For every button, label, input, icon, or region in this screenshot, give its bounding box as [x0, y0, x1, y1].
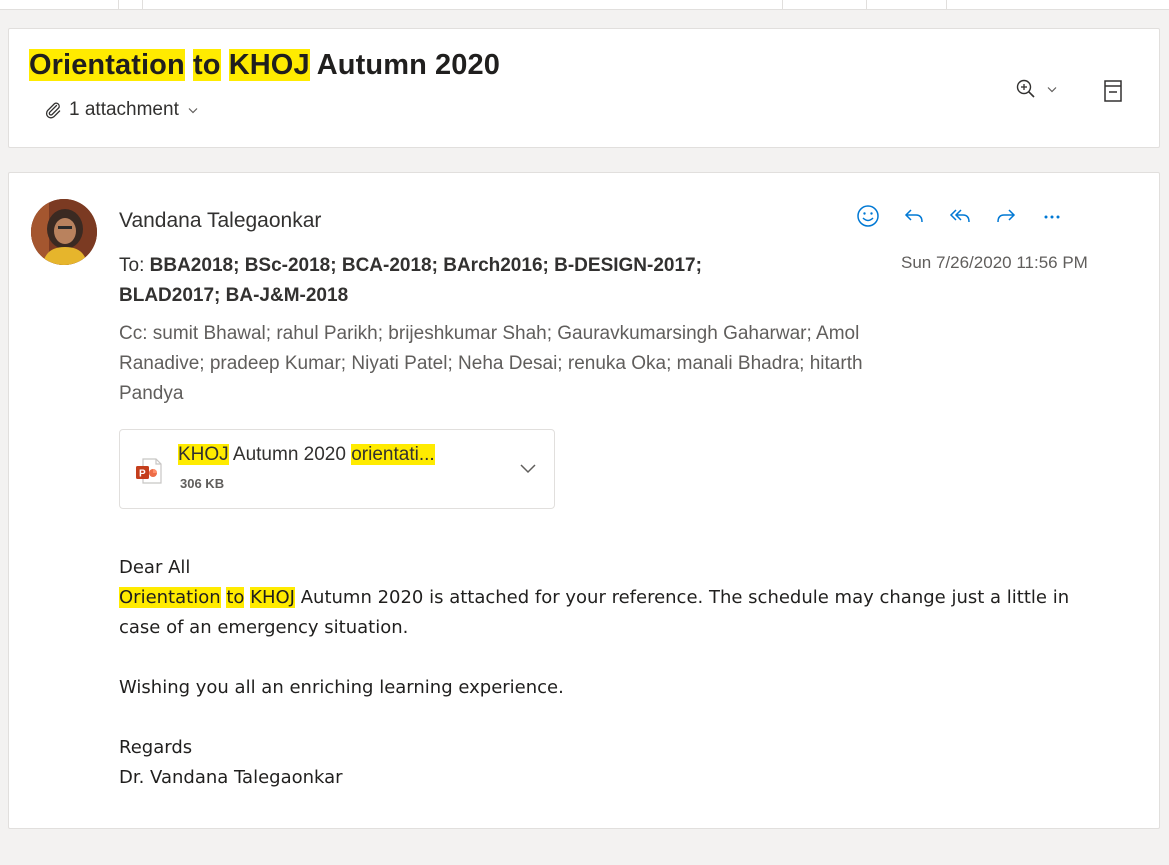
message-actions: [845, 201, 1075, 231]
recipient[interactable]: BArch2016;: [443, 255, 549, 276]
reply-all-button[interactable]: [937, 201, 983, 231]
subject-part: Orientation: [29, 49, 185, 81]
toolbar-divider: [866, 0, 867, 9]
cc-recipient[interactable]: manali Bhadra;: [677, 353, 805, 374]
cc-recipient[interactable]: sumit Bhawal;: [153, 323, 271, 344]
recipient[interactable]: B-DESIGN-2017;: [554, 255, 702, 276]
zoom-button[interactable]: [1014, 77, 1058, 101]
svg-text:P: P: [139, 469, 146, 480]
recipient[interactable]: BLAD2017;: [119, 285, 220, 306]
reply-button[interactable]: [891, 201, 937, 231]
subject-header: Orientation to KHOJ Autumn 2020 1 attach…: [8, 28, 1160, 148]
body-paragraph: Orientation to KHOJ Autumn 2020 is attac…: [119, 583, 1079, 643]
attachment-count-label: 1 attachment: [69, 99, 179, 120]
recipient[interactable]: BA-J&M-2018: [226, 285, 348, 306]
cc-recipient[interactable]: rahul Parikh;: [276, 323, 383, 344]
toolbar-bar: [0, 0, 1169, 10]
attachment-name-part: KHOJ: [178, 444, 229, 465]
attachment-name-part: Autumn 2020: [228, 444, 352, 465]
forward-button[interactable]: [983, 201, 1029, 231]
chevron-down-icon[interactable]: [518, 460, 538, 476]
message-body: Dear All Orientation to KHOJ Autumn 2020…: [119, 553, 1079, 793]
to-recipients: To: BBA2018; BSc-2018; BCA-2018; BArch20…: [119, 251, 779, 311]
body-text-part: to: [226, 587, 245, 608]
avatar[interactable]: [31, 199, 97, 265]
chevron-down-icon: [188, 108, 198, 114]
reply-all-icon: [949, 209, 970, 223]
cc-recipient[interactable]: brijeshkumar Shah;: [388, 323, 552, 344]
to-label: To:: [119, 255, 145, 276]
subject-title: Orientation to KHOJ Autumn 2020: [29, 47, 500, 83]
attachment-name: KHOJ Autumn 2020 orientati...: [178, 444, 435, 466]
cc-recipients: Cc: sumit Bhawal; rahul Parikh; brijeshk…: [119, 319, 879, 409]
attachment-card[interactable]: P KHOJ Autumn 2020 orientati... 306 KB: [119, 429, 555, 509]
avatar-photo: [31, 199, 97, 265]
more-options-button[interactable]: [1029, 201, 1075, 231]
body-text-part: KHOJ: [250, 587, 295, 608]
chevron-down-icon: [1047, 87, 1057, 93]
subject-part: to: [192, 49, 221, 81]
forward-icon: [997, 209, 1016, 223]
cc-recipient[interactable]: Niyati Patel;: [351, 353, 452, 374]
toolbar-divider: [142, 0, 143, 9]
attachment-name-part: orientati...: [351, 444, 435, 465]
signature: Dr. Vandana Talegaonkar: [119, 767, 343, 788]
top-toolbar-strip: [0, 0, 1169, 14]
subject-part: [221, 49, 229, 81]
sender-name[interactable]: Vandana Talegaonkar: [119, 209, 321, 233]
attachment-size: 306 KB: [180, 476, 225, 491]
body-text-part: Orientation: [119, 587, 221, 608]
greeting: Dear All: [119, 557, 191, 578]
body-paragraph: Wishing you all an enriching learning ex…: [119, 677, 564, 698]
recipient[interactable]: BBA2018;: [150, 255, 240, 276]
cc-recipient[interactable]: Gauravkumarsingh Gaharwar;: [557, 323, 812, 344]
emoji-reaction-icon: [857, 205, 879, 227]
toolbar-divider: [118, 0, 119, 9]
toolbar-divider: [782, 0, 783, 9]
paperclip-icon: [45, 102, 61, 119]
more-options-icon: [1044, 215, 1060, 219]
closing: Regards: [119, 737, 193, 758]
subject-part: [185, 49, 193, 81]
powerpoint-file-icon: P: [136, 458, 162, 484]
message-card: Vandana Talegaonkar To: BBA2018; BSc-201…: [8, 172, 1160, 829]
sent-date: Sun 7/26/2020 11:56 PM: [901, 253, 1088, 272]
popout-icon[interactable]: [1102, 79, 1124, 103]
recipient[interactable]: BSc-2018;: [245, 255, 337, 276]
reply-icon: [904, 209, 923, 223]
emoji-reaction-button[interactable]: [845, 201, 891, 231]
subject-part: KHOJ: [228, 49, 310, 81]
cc-recipient[interactable]: Neha Desai;: [458, 353, 563, 374]
attachment-summary[interactable]: 1 attachment: [43, 99, 199, 121]
zoom-in-icon: [1016, 79, 1035, 98]
recipient[interactable]: BCA-2018;: [342, 255, 438, 276]
cc-recipient[interactable]: pradeep Kumar;: [210, 353, 346, 374]
toolbar-divider: [946, 0, 947, 9]
cc-label: Cc:: [119, 323, 148, 344]
subject-part: Autumn 2020: [309, 49, 500, 81]
cc-recipient[interactable]: renuka Oka;: [568, 353, 672, 374]
